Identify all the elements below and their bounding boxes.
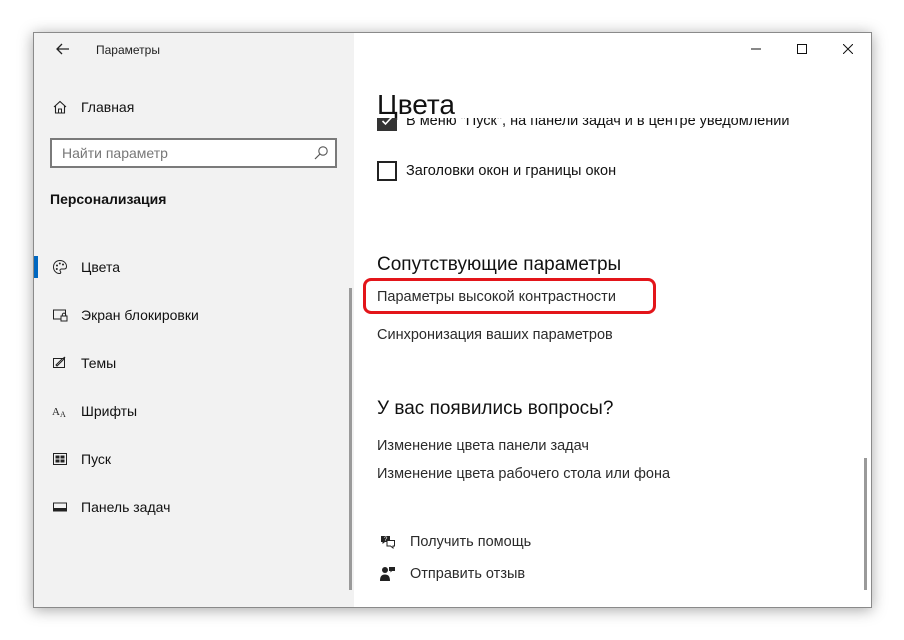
page-title: Цвета: [377, 89, 455, 120]
checkbox-title-bars[interactable]: Заголовки окон и границы окон: [377, 160, 616, 182]
nav-list: Цвета Экран блокировки Темы AA Шрифты Пу…: [34, 243, 354, 531]
arrow-left-icon: [56, 43, 69, 55]
nav-item-label: Темы: [81, 355, 117, 371]
maximize-button[interactable]: [779, 33, 825, 65]
start-icon: [50, 450, 70, 468]
home-icon: [50, 98, 70, 116]
questions-heading: У вас появились вопросы?: [377, 398, 614, 419]
nav-item-themes[interactable]: Темы: [34, 339, 354, 387]
checkmark-icon: [381, 118, 393, 126]
checkbox-box[interactable]: [377, 161, 397, 181]
svg-text:A: A: [60, 410, 66, 419]
nav-item-start[interactable]: Пуск: [34, 435, 354, 483]
sidebar-scrollbar[interactable]: [349, 288, 352, 590]
related-settings-heading: Сопутствующие параметры: [377, 254, 622, 275]
main-content: Цвета В меню "Пуск", на панели задач и в…: [354, 33, 871, 607]
fonts-icon: AA: [50, 402, 70, 420]
caption-buttons: [733, 33, 871, 65]
nav-item-label: Шрифты: [81, 403, 138, 419]
get-help-label: Получить помощь: [410, 534, 532, 550]
nav-home[interactable]: Главная: [50, 95, 134, 119]
close-icon: [843, 44, 853, 54]
high-contrast-link[interactable]: Параметры высокой контрастности: [377, 289, 616, 305]
main-scrollbar[interactable]: [864, 458, 867, 590]
close-button[interactable]: [825, 33, 871, 65]
minimize-button[interactable]: [733, 33, 779, 65]
search-input[interactable]: [52, 140, 335, 166]
taskbar-icon: [50, 498, 70, 516]
nav-item-fonts[interactable]: AA Шрифты: [34, 387, 354, 435]
nav-item-label: Пуск: [81, 451, 112, 467]
checkbox-start-taskbar[interactable]: В меню "Пуск", на панели задач и в центр…: [377, 118, 789, 132]
svg-text:A: A: [52, 406, 60, 418]
nav-item-label: Панель задач: [81, 499, 171, 515]
lock-screen-icon: [50, 306, 70, 324]
nav-item-label: Цвета: [81, 259, 120, 275]
section-heading: Персонализация: [50, 191, 167, 207]
checkbox-label: В меню "Пуск", на панели задач и в центр…: [406, 118, 790, 129]
nav-item-label: Экран блокировки: [81, 307, 199, 323]
nav-home-label: Главная: [81, 99, 135, 115]
get-help-row[interactable]: ? Получить помощь: [377, 531, 531, 553]
search-icon: [314, 146, 328, 160]
themes-icon: [50, 354, 70, 372]
nav-item-colors[interactable]: Цвета: [34, 243, 354, 291]
search-box[interactable]: [50, 138, 337, 168]
nav-item-taskbar[interactable]: Панель задач: [34, 483, 354, 531]
desktop-color-link[interactable]: Изменение цвета рабочего стола или фона: [377, 466, 670, 482]
settings-window: Параметры Главная Персонализация Цвета: [33, 32, 872, 608]
back-button[interactable]: [48, 39, 78, 63]
taskbar-color-link[interactable]: Изменение цвета панели задач: [377, 438, 589, 454]
sidebar: Параметры Главная Персонализация Цвета: [34, 33, 354, 607]
window-title: Параметры: [96, 43, 160, 57]
palette-icon: [50, 258, 70, 276]
feedback-label: Отправить отзыв: [410, 566, 526, 582]
maximize-icon: [797, 44, 807, 54]
sync-settings-link[interactable]: Синхронизация ваших параметров: [377, 327, 613, 343]
checkbox-label: Заголовки окон и границы окон: [406, 163, 617, 179]
minimize-icon: [751, 48, 761, 50]
help-chat-icon: ?: [377, 532, 399, 552]
checkbox-box[interactable]: [377, 118, 397, 131]
feedback-row[interactable]: Отправить отзыв: [377, 563, 525, 585]
nav-item-lock-screen[interactable]: Экран блокировки: [34, 291, 354, 339]
feedback-icon: [377, 564, 399, 584]
